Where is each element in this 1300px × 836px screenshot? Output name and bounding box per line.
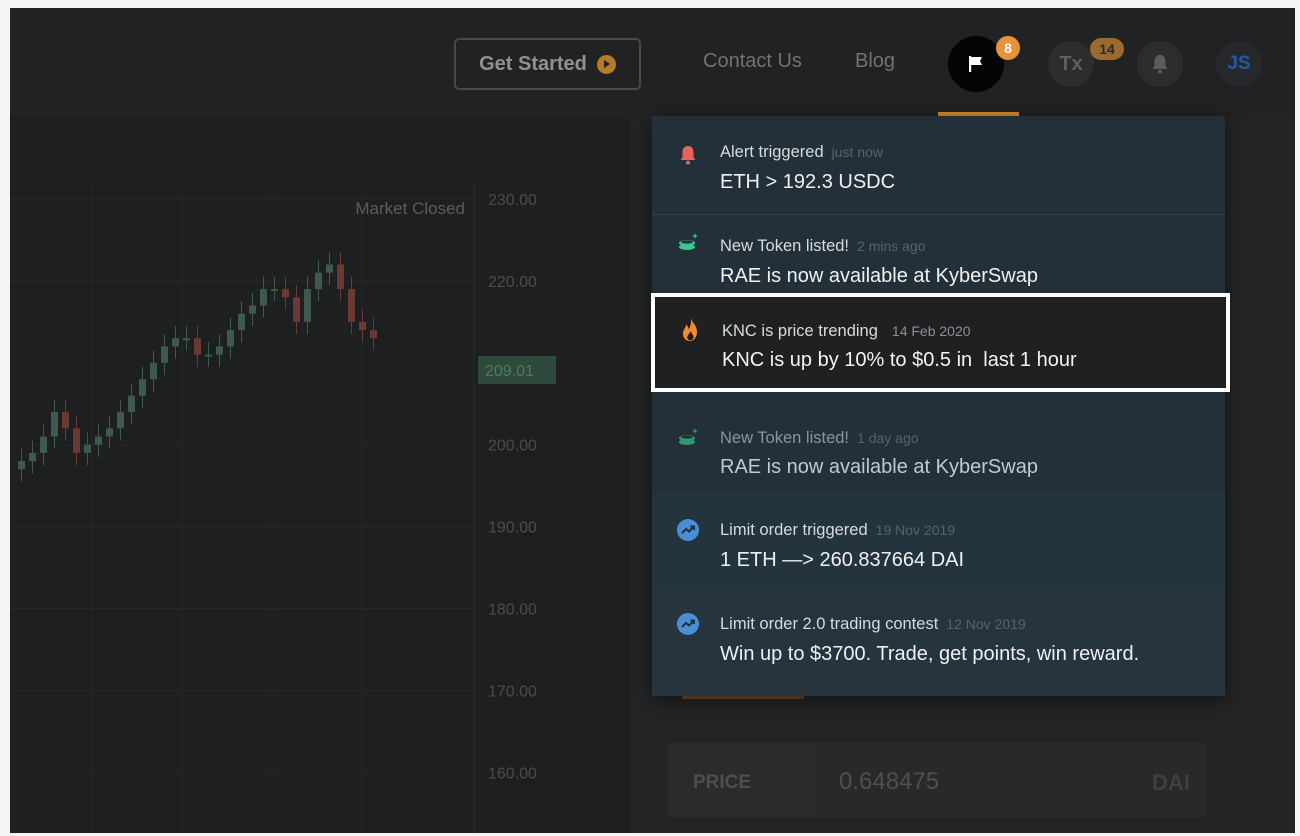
notification-body: Win up to $3700. Trade, get points, win … [720, 643, 1140, 665]
price-unit-label: DAI [1152, 770, 1190, 795]
notification-title: Limit order triggered 19 Nov 2019 [720, 521, 956, 539]
candle-body [29, 452, 36, 462]
notification-time: 12 Nov 2019 [946, 616, 1026, 632]
y-tick-label: 220.00 [488, 274, 537, 291]
notification-title: KNC is price trending 14 Feb 2020 [722, 322, 971, 340]
candle-body [194, 338, 201, 355]
candle-body [216, 346, 223, 355]
price-label: PRICE [693, 772, 752, 793]
candle-body [73, 428, 80, 453]
candle-body [183, 338, 190, 341]
candle-body [18, 461, 25, 470]
candle-body [117, 411, 124, 429]
candle-body [337, 264, 344, 290]
candle-body [238, 313, 245, 331]
candle-body [139, 379, 146, 396]
notification-item[interactable]: Limit order 2.0 trading contest 12 Nov 20… [652, 586, 1225, 696]
new-token-icon [676, 426, 700, 450]
candle-body [62, 411, 69, 429]
candle-body [271, 289, 278, 292]
y-tick-label: 160.00 [488, 765, 537, 782]
notification-title: New Token listed! 2 mins ago [720, 237, 926, 255]
candle-body [84, 444, 91, 453]
flag-icon [969, 56, 982, 72]
fire-icon [679, 317, 703, 343]
candle-body [51, 411, 58, 437]
notification-item[interactable]: New Token listed! 1 day ago RAE is now av… [652, 398, 1225, 492]
trending-up-icon [676, 612, 700, 636]
notification-time: 2 mins ago [857, 238, 926, 254]
notification-title: New Token listed! 1 day ago [720, 429, 919, 447]
candle-body [172, 338, 179, 347]
candle-body [293, 297, 300, 322]
y-tick-label: 200.00 [488, 438, 537, 455]
candle-body [161, 346, 168, 363]
avatar-initials: JS [1227, 53, 1251, 74]
contact-us-link[interactable]: Contact Us [703, 50, 802, 73]
top-navigation-bar: Get Started Contact Us Blog 8 Tx 14 JS [10, 8, 1295, 116]
candle-body [128, 395, 135, 412]
notification-time: 19 Nov 2019 [875, 522, 956, 538]
notification-body: RAE is now available at KyberSwap [720, 265, 1038, 287]
current-price-label: 209.01 [485, 363, 534, 380]
y-tick-label: 230.00 [488, 192, 537, 209]
price-input-value[interactable]: 0.648475 [839, 768, 939, 796]
notifications-dropdown: Alert triggered just now ETH > 192.3 USDC… [652, 116, 1225, 696]
chart-grid [10, 181, 475, 833]
y-tick-label: 170.00 [488, 683, 537, 700]
notification-body: 1 ETH —> 260.837664 DAI [720, 549, 965, 571]
candle-body [315, 272, 322, 290]
bell-icon [1152, 55, 1168, 74]
candle-body [359, 321, 366, 331]
app-window: Get Started Contact Us Blog 8 Tx 14 JS M… [10, 8, 1295, 833]
get-started-button[interactable]: Get Started [454, 38, 641, 90]
user-avatar[interactable]: JS [1216, 41, 1262, 87]
transactions-label: Tx [1059, 52, 1083, 75]
notification-body: ETH > 192.3 USDC [720, 171, 896, 193]
notification-time: just now [831, 144, 883, 160]
notification-body: RAE is now available at KyberSwap [720, 456, 1038, 478]
get-started-label: Get Started [479, 52, 587, 75]
blog-link[interactable]: Blog [855, 50, 895, 73]
play-circle-icon [596, 54, 616, 74]
market-status-label: Market Closed [355, 199, 465, 218]
notification-title: Alert triggered just now [720, 143, 883, 161]
candle-body [326, 264, 333, 273]
candle-body [40, 436, 47, 453]
candle-body [370, 330, 377, 339]
candle-body [95, 436, 102, 445]
notification-time: 14 Feb 2020 [891, 323, 971, 339]
notification-title: Limit order 2.0 trading contest 12 Nov 20… [720, 615, 1026, 633]
bell-icon [676, 143, 700, 167]
new-token-icon [676, 231, 700, 255]
candle-body [150, 362, 157, 380]
notification-item-highlighted[interactable]: KNC is price trending 14 Feb 2020 KNC is … [651, 293, 1230, 392]
candle-body [227, 330, 234, 347]
transactions-count-badge: 14 [1090, 38, 1124, 60]
notifications-count-badge: 8 [996, 36, 1020, 60]
trending-up-icon [676, 518, 700, 542]
alerts-button[interactable] [1137, 41, 1183, 87]
tab-indicator [682, 696, 804, 699]
candle-body [348, 289, 355, 322]
y-tick-label: 180.00 [488, 602, 537, 619]
candle-body [304, 289, 311, 322]
notification-item[interactable]: Limit order triggered 19 Nov 2019 1 ETH —… [652, 492, 1225, 586]
candlestick-chart-svg: Market Closed 230.00 220.00 200.00 190.00 18… [10, 181, 556, 833]
candle-body [249, 305, 256, 314]
y-axis-ticks: 230.00 220.00 200.00 190.00 180.00 170.00 160.… [488, 192, 537, 782]
y-tick-label: 190.00 [488, 520, 537, 537]
price-chart[interactable]: Market Closed 230.00 220.00 200.00 190.00 18… [10, 116, 630, 833]
transactions-button[interactable]: Tx [1048, 41, 1094, 87]
candle-body [205, 354, 212, 357]
candle-body [106, 428, 113, 437]
notification-body: KNC is up by 10% to $0.5 in last 1 hour [722, 349, 1077, 371]
candles-group [18, 252, 377, 482]
candle-body [260, 289, 267, 306]
notification-time: 1 day ago [857, 430, 919, 446]
candle-body [282, 289, 289, 298]
notification-item[interactable]: Alert triggered just now ETH > 192.3 USDC [652, 116, 1225, 214]
